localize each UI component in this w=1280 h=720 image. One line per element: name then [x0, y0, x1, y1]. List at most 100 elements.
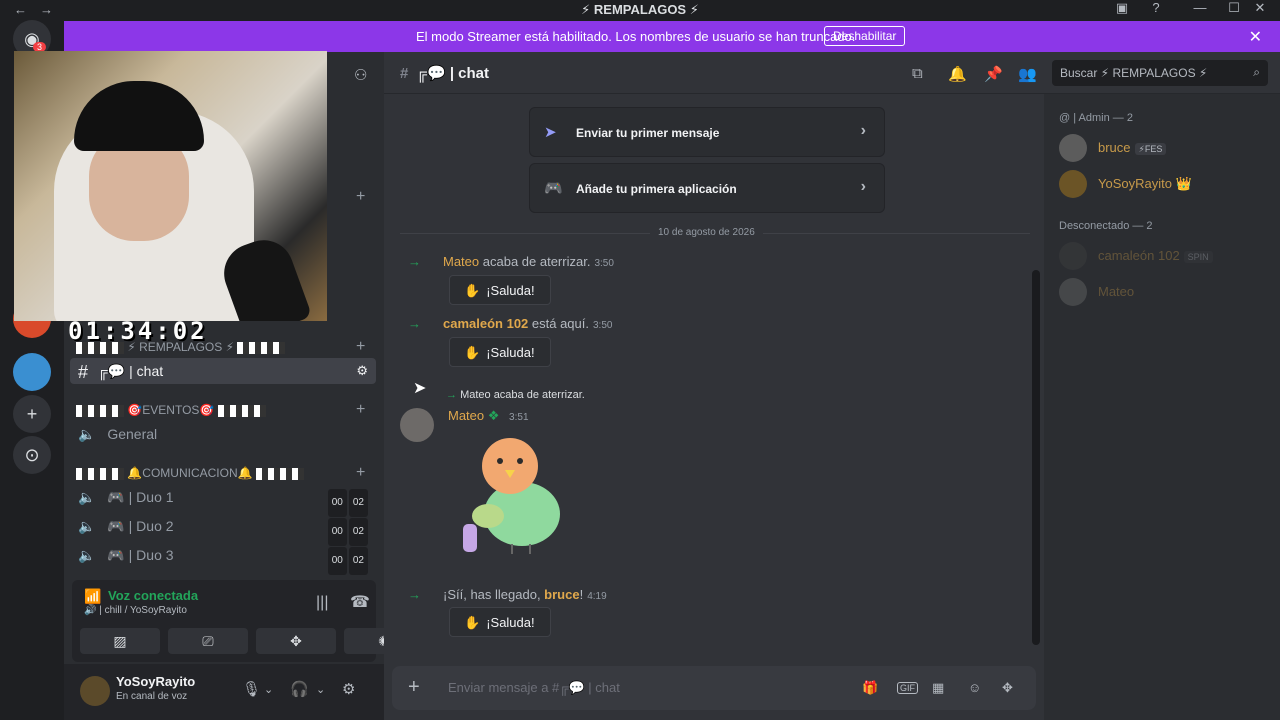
channel-label: 🎮 | Duo 2: [107, 518, 174, 534]
user-status: En canal de voz: [116, 691, 188, 702]
emoji-icon[interactable]: ☺: [968, 680, 981, 695]
wave-button[interactable]: ✋ ¡Saluda!: [449, 275, 551, 305]
category-events[interactable]: 🎯EVENTOS🎯 +: [76, 401, 365, 418]
checker-decoration: [237, 341, 286, 354]
add-friend-icon[interactable]: ⚇: [354, 66, 367, 84]
banner-message: El modo Streamer está habilitado. Los no…: [416, 29, 856, 44]
apps-icon[interactable]: ✥: [1002, 680, 1013, 696]
join-message: → Mateo acaba de aterrizar. 3:50: [408, 254, 614, 269]
checker-decoration: [255, 467, 304, 480]
category-comms[interactable]: 🔔COMUNICACION🔔 +: [76, 464, 365, 481]
microphone-icon[interactable]: 🎙: [242, 680, 261, 698]
checker-decoration: [76, 467, 124, 480]
timestamp: 3:50: [594, 258, 614, 269]
chevron-right-icon: ›: [860, 122, 866, 139]
gift-icon[interactable]: 🎁: [862, 680, 878, 696]
timestamp: 3:50: [593, 320, 613, 331]
avatar: [1059, 278, 1087, 306]
avatar[interactable]: [400, 408, 434, 442]
reply-preview[interactable]: → Mateo acaba de aterrizar.: [446, 389, 585, 401]
voice-state: Voz conectada: [108, 588, 199, 603]
avatar[interactable]: [80, 676, 110, 706]
member-tag: ⚡FES: [1134, 143, 1167, 155]
timestamp: 3:51: [509, 412, 529, 423]
chevron-down-icon[interactable]: ⌄: [264, 683, 273, 696]
member-name: camaleón 102: [1098, 248, 1180, 263]
wave-hand-icon: ✋: [464, 345, 481, 360]
upload-plus-icon[interactable]: +: [408, 676, 420, 699]
screenshare-button[interactable]: ⎚: [168, 628, 248, 654]
message-header: Mateo ❖ 3:51: [448, 408, 529, 424]
channel-general[interactable]: 🔈 General: [70, 421, 376, 447]
chevron-down-icon[interactable]: ⌄: [316, 683, 325, 696]
channel-label: ╔💬 | chat: [97, 363, 164, 379]
join-message: → camaleón 102 está aquí. 3:50: [408, 316, 613, 331]
activities-button[interactable]: ✥: [256, 628, 336, 654]
username[interactable]: Mateo: [443, 254, 479, 269]
wave-button[interactable]: ✋ ¡Saluda!: [449, 337, 551, 367]
close-window-button[interactable]: ✕: [1240, 0, 1280, 20]
gif-icon[interactable]: GIF: [897, 682, 918, 694]
pin-icon[interactable]: 📌: [984, 65, 1003, 83]
mouse-cursor: ➤: [413, 380, 427, 397]
channel-title: # ╔💬 | chat: [400, 65, 490, 82]
channel-duo-3[interactable]: 🔈 🎮 | Duo 3 00 02: [70, 542, 376, 575]
chevron-right-icon: ›: [860, 178, 866, 195]
wave-hand-icon: ✋: [464, 615, 481, 630]
channel-header: # ╔💬 | chat ⧉ 🔔 📌 👥 Buscar ⚡ REMPALAGOS ⚡…: [384, 52, 1280, 94]
add-channel-icon[interactable]: +: [356, 401, 365, 419]
wave-button[interactable]: ✋ ¡Saluda!: [449, 607, 551, 637]
member-name: Mateo: [1098, 284, 1135, 299]
disconnect-icon[interactable]: ☎: [350, 592, 370, 612]
add-channel-icon[interactable]: +: [356, 188, 365, 206]
search-input[interactable]: Buscar ⚡ REMPALAGOS ⚡ ⌕: [1052, 60, 1268, 86]
username[interactable]: camaleón 102: [443, 316, 528, 331]
channel-duo-2[interactable]: 🔈 🎮 | Duo 2 00 02: [70, 513, 376, 546]
hash-icon: #: [400, 65, 409, 82]
signal-icon[interactable]: 📶: [84, 588, 101, 605]
username[interactable]: YoSoyRayito: [116, 674, 195, 689]
add-channel-icon[interactable]: +: [356, 464, 365, 482]
onboarding-send-message[interactable]: ➤ Enviar tu primer mensaje ›: [529, 107, 885, 157]
message-input[interactable]: Enviar mensaje a #╔💬 | chat: [448, 680, 620, 696]
date-divider: 10 de agosto de 2026: [400, 227, 1030, 238]
headphones-icon[interactable]: 🎧: [290, 680, 309, 698]
gamepad-icon: 🎮: [544, 180, 563, 197]
user-settings-icon[interactable]: ⚙: [342, 680, 355, 698]
sticker-icon[interactable]: ▦: [932, 680, 944, 696]
add-server-icon[interactable]: +: [13, 395, 51, 433]
server-icon-avatar[interactable]: [13, 353, 51, 391]
channel-chat[interactable]: # ╔💬 | chat ⚙: [70, 358, 376, 384]
chat-scrollbar[interactable]: [1032, 270, 1040, 645]
date-label: 10 de agosto de 2026: [650, 227, 763, 238]
camera-button[interactable]: ▨: [80, 628, 160, 654]
onboarding-add-app[interactable]: 🎮 Añade tu primera aplicación ›: [529, 163, 885, 213]
message-composer[interactable]: + Enviar mensaje a #╔💬 | chat 🎁 GIF ▦ ☺ …: [392, 666, 1036, 710]
bird-sticker[interactable]: [460, 436, 570, 556]
checker-decoration: [217, 404, 266, 417]
voice-connection-panel: 📶 Voz conectada 🔊 | chill / YoSoyRayito …: [72, 580, 424, 662]
member-group-admin: @ | Admin — 2: [1059, 112, 1133, 124]
username[interactable]: bruce: [544, 587, 579, 602]
username[interactable]: Mateo: [448, 408, 484, 423]
reply-arrow-icon: →: [446, 389, 457, 401]
noise-suppression-icon[interactable]: |||: [316, 594, 328, 612]
close-banner-icon[interactable]: ✕: [1249, 27, 1262, 47]
wave-hand-icon: ✋: [464, 283, 481, 298]
explore-icon[interactable]: ⊙: [13, 436, 51, 474]
stream-timer: 01:34:02: [68, 317, 208, 345]
threads-icon[interactable]: ⧉: [912, 65, 923, 82]
search-icon: ⌕: [1253, 65, 1260, 79]
avatar: [1059, 170, 1087, 198]
badge-icon: ❖: [487, 408, 500, 423]
hash-icon: #: [78, 362, 89, 383]
member-list-icon[interactable]: 👥: [1018, 65, 1037, 83]
voice-channel[interactable]: 🔊 | chill / YoSoyRayito: [84, 605, 187, 616]
add-channel-icon[interactable]: +: [356, 338, 365, 356]
channel-duo-1[interactable]: 🔈 🎮 | Duo 1 00 02: [70, 484, 376, 517]
disable-streamer-button[interactable]: Deshabilitar: [824, 26, 906, 46]
speaker-icon: 🔈: [78, 547, 96, 563]
help-icon[interactable]: ?: [1136, 0, 1176, 20]
settings-icon[interactable]: ⚙: [356, 358, 368, 384]
bell-icon[interactable]: 🔔: [948, 65, 967, 83]
